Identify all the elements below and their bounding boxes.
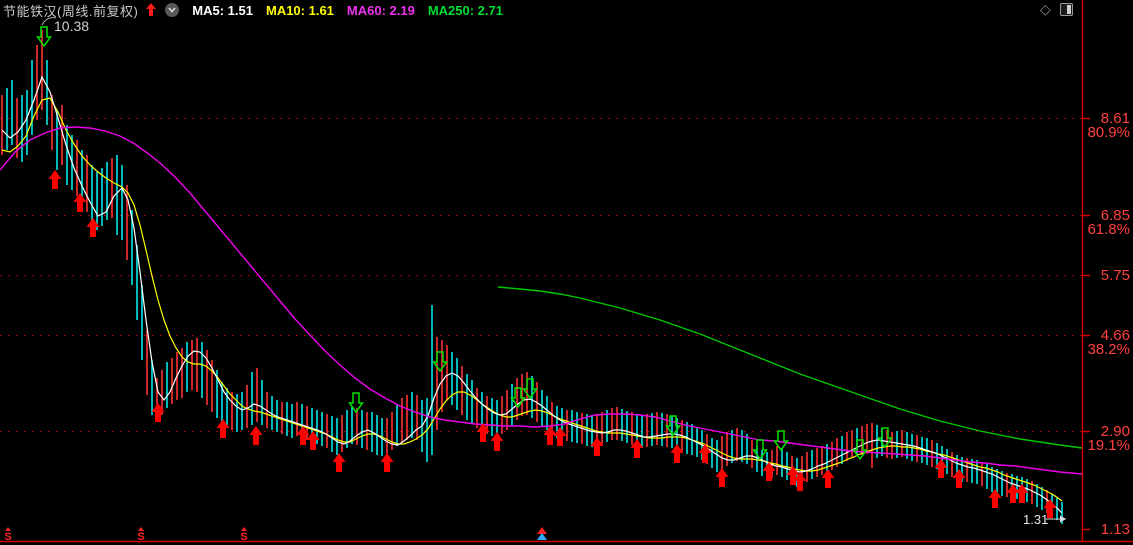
buy-signal-arrow [952,469,966,488]
chart-header: 节能铁汉(周线.前复权) MA5: 1.51 MA10: 1.61 MA60: … [0,0,503,20]
axis-price-label: 1.13 [1101,521,1130,538]
buy-signal-arrow [48,170,62,189]
corner-toolbar: ◇ [1040,2,1073,16]
axis-percent-label: 19.1% [1087,437,1130,454]
sell-signal-arrow [877,427,893,449]
buy-signal-arrow [73,193,87,212]
buy-signal-arrow [821,469,835,488]
axis-price-label: 5.75 [1101,267,1130,284]
axis-percent-label: 38.2% [1087,341,1130,358]
diamond-icon[interactable]: ◇ [1040,2,1051,16]
panel-split-icon[interactable] [1059,2,1073,16]
sell-signal-arrow [752,439,768,461]
ma250-value-label: MA250: 2.71 [427,2,503,18]
ma5-value-label: MA5: 1.51 [192,2,253,18]
chart-canvas[interactable]: S S S10.381.318.6180.9%6.8561.8%5.754.6638… [0,0,1133,545]
sell-signal-arrow [522,378,538,400]
chart-title: 节能铁汉(周线.前复权) [3,3,139,19]
chart-window: S S S 10.38 1.31 8.61 80.9% 6.85 61.8% 5.75 4.66 38… [0,0,1133,545]
axis-percent-label: 61.8% [1087,221,1130,238]
ma60-line [0,126,1083,475]
buy-signal-arrow [553,427,567,446]
axis-percent-label: 80.9% [1087,124,1130,141]
buy-signal-arrow [988,489,1002,508]
sell-signal-arrow [432,351,448,373]
ma250-line [497,286,1083,449]
red-up-arrow-icon [145,3,157,17]
last-price-label: 1.31 [1023,512,1048,527]
sell-signal-arrow [36,26,52,48]
ma10-line [1,97,1063,502]
high-price-label: 10.38 [54,18,89,34]
ma10-value-label: MA10: 1.61 [265,2,334,18]
triangle-marker-red [537,527,547,534]
triangle-marker-blue [537,533,547,540]
collapse-chevron-icon[interactable] [165,3,180,17]
last-price-arrowhead [1060,515,1066,523]
ma60-value-label: MA60: 2.19 [346,2,415,18]
buy-signal-arrow [332,453,346,472]
buy-signal-arrow [249,426,263,445]
